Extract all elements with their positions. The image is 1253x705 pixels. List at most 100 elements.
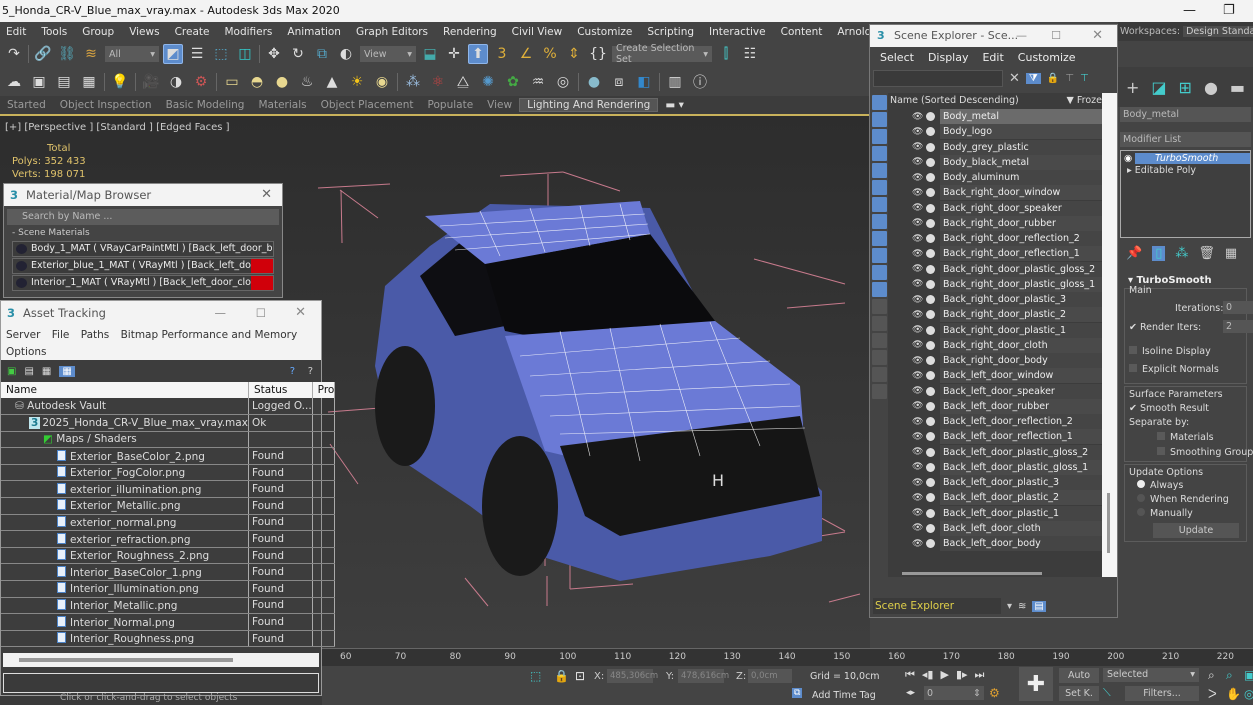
go-to-end-icon[interactable]: ⏭ [975,668,985,682]
sun-icon[interactable]: ☀ [347,72,367,92]
horizontal-scrollbar[interactable] [902,572,1042,575]
smooth-result-checkbox[interactable]: ✔ Smooth Result [1129,403,1209,414]
visibility-eye-icon[interactable]: 👁 [912,173,924,183]
scene-object-row[interactable]: 👁 Body_grey_plastic [888,139,1102,155]
motion-tab-icon[interactable]: ● [1204,78,1218,97]
table-view-icon[interactable]: ▦ [59,365,75,377]
update-manually-radio[interactable]: Manually [1137,508,1193,519]
menu-views[interactable]: Views [123,26,168,38]
current-frame-input[interactable]: 0 ⇕ [924,686,984,700]
show-end-result-icon[interactable]: ▯ [1152,245,1166,261]
asset-row[interactable]: 3 2025_Honda_CR-V_Blue_max_vray.max Ok [1,414,336,432]
menu-edit[interactable]: Edit [982,51,1003,64]
redo-icon[interactable]: ↷ [4,44,24,64]
x-coordinate-input[interactable]: 485,306cm [607,669,658,683]
proxy-icon[interactable]: ⧋ [453,72,473,92]
timeline-track[interactable]: 60 70 80 90 100 110 120 130 140 150 160 170 180 190 20… [322,648,1253,666]
scene-object-row[interactable]: 👁 Back_left_door_plastic_3 [888,475,1102,491]
asset-row[interactable]: Interior_Normal.png Found [1,613,336,631]
absolute-mode-icon[interactable]: ⊡ [575,669,585,683]
asset-row[interactable]: Interior_Metallic.png Found [1,597,336,615]
path-field[interactable] [3,673,319,693]
menu-civil-view[interactable]: Civil View [506,26,572,38]
menu-tools[interactable]: Tools [35,26,76,38]
selection-filter-dropdown[interactable]: All ▾ [105,46,159,62]
asset-row[interactable]: ⛁ Autodesk Vault Logged O... [1,398,336,416]
modifier-list-dropdown[interactable]: Modifier List [1120,132,1251,147]
visibility-eye-icon[interactable]: 👁 [912,462,924,472]
vault-icon[interactable]: ▣ [7,366,16,377]
add-time-tag[interactable]: Add Time Tag [812,690,876,701]
mirror-icon[interactable]: ⫿ [716,44,736,64]
select-by-name-icon[interactable]: ☰ [187,44,207,64]
scene-object-row[interactable]: 👁 Back_left_door_plastic_2 [888,490,1102,506]
camera-icon[interactable]: 🎥 [141,72,161,92]
minimize-icon[interactable]: — [215,301,227,325]
asset-row[interactable]: Interior_Illumination.png Found [1,580,336,598]
lock-icon[interactable]: 🔒 [1047,73,1059,84]
next-frame-icon[interactable]: ▮▸ [956,668,968,682]
clear-search-icon[interactable]: ✕ [1009,71,1020,86]
minimize-button[interactable]: — [1183,0,1196,22]
column-status[interactable]: Status [248,382,313,398]
menu-display[interactable]: Display [928,51,969,64]
material-browser-titlebar[interactable]: 3 Material/Map Browser ✕ [4,184,282,206]
remove-modifier-icon[interactable]: 🗑 [1198,246,1215,261]
xrefs-filter-icon[interactable] [872,214,887,229]
dropdown-arrow-icon[interactable]: ▾ [1007,601,1012,612]
isoline-display-checkbox[interactable]: Isoline Display [1129,346,1211,357]
column-frozen[interactable]: ▼ Froze [1067,93,1102,109]
light-lister-icon[interactable]: 💡 [110,72,130,92]
modifier-stack-item[interactable]: ▸ Editable Poly [1121,165,1250,179]
material-item[interactable]: Interior_1_MAT ( VRayMtl ) [Back_left_do… [12,275,274,291]
display-none-icon[interactable] [872,316,887,331]
render-iters-input[interactable]: 2 [1223,320,1253,333]
asset-row[interactable]: Exterior_Roughness_2.png Found [1,547,336,565]
particles-filter-icon[interactable] [872,265,887,280]
object-name-field[interactable]: Body_metal [1120,107,1251,122]
close-icon[interactable]: ✕ [261,184,272,206]
cameras-filter-icon[interactable] [872,146,887,161]
hair-icon[interactable]: ♒ [528,72,548,92]
fur-icon[interactable]: ⁂ [403,72,423,92]
horizontal-scrollbar[interactable] [3,653,319,667]
spinner-snap-icon[interactable]: ⇕ [564,44,584,64]
plane-light-icon[interactable]: ▭ [222,72,242,92]
menu-file[interactable]: File [52,329,70,341]
visibility-eye-icon[interactable]: 👁 [912,523,924,533]
sphere-light-icon[interactable]: ● [272,72,292,92]
material-item[interactable]: Body_1_MAT ( VRayCarPaintMtl ) [Back_lef… [12,241,274,257]
asset-row[interactable]: Exterior_BaseColor_2.png Found [1,447,336,465]
visibility-eye-icon[interactable]: 👁 [912,234,924,244]
column-name[interactable]: Name [1,382,249,398]
dome-light-icon[interactable]: ◓ [247,72,267,92]
containers-filter-icon[interactable] [872,248,887,263]
material-lock-icon[interactable]: ⧈ [609,72,629,92]
visibility-eye-icon[interactable]: 👁 [912,417,924,427]
frame-buffer-icon[interactable]: ▥ [665,72,685,92]
scene-object-row[interactable]: 👁 Body_metal [888,109,1102,125]
material-sphere-icon[interactable]: ● [584,72,604,92]
key-tangent-icon[interactable]: ⟍ [1103,686,1111,700]
selection-set-dropdown[interactable]: Create Selection Set ▾ [612,43,712,65]
particle-icon[interactable]: ✺ [478,72,498,92]
scene-explorer-titlebar[interactable]: 3 Scene Explorer - Sce... — ☐ ✕ [870,25,1117,47]
previous-frame-icon[interactable]: ◂▮ [922,668,934,682]
space-warps-filter-icon[interactable] [872,180,887,195]
scene-object-row[interactable]: 👁 Back_left_door_cloth [888,520,1102,536]
render-setup-icon[interactable]: ⚙ [191,72,211,92]
angle-snap-icon[interactable]: ∠ [516,44,536,64]
menu-options[interactable]: Options [6,346,47,358]
rotate-icon[interactable]: ↻ [288,44,308,64]
ribbon-options-icon[interactable]: ▬ ▾ [658,99,691,111]
scene-object-row[interactable]: 👁 Body_black_metal [888,154,1102,170]
layers-icon[interactable]: ≋ [1018,601,1026,612]
reference-coord-dropdown[interactable]: View ▾ [360,46,416,62]
filter-settings-icon[interactable] [872,350,887,365]
update-button[interactable]: Update [1153,523,1239,538]
scrollbar-thumb[interactable] [1107,493,1110,553]
visibility-eye-icon[interactable]: 👁 [912,142,924,152]
visibility-eye-icon[interactable]: 👁 [912,249,924,259]
scene-object-row[interactable]: 👁 Back_left_door_plastic_gloss_1 [888,459,1102,475]
create-tab-icon[interactable]: + [1126,78,1139,97]
